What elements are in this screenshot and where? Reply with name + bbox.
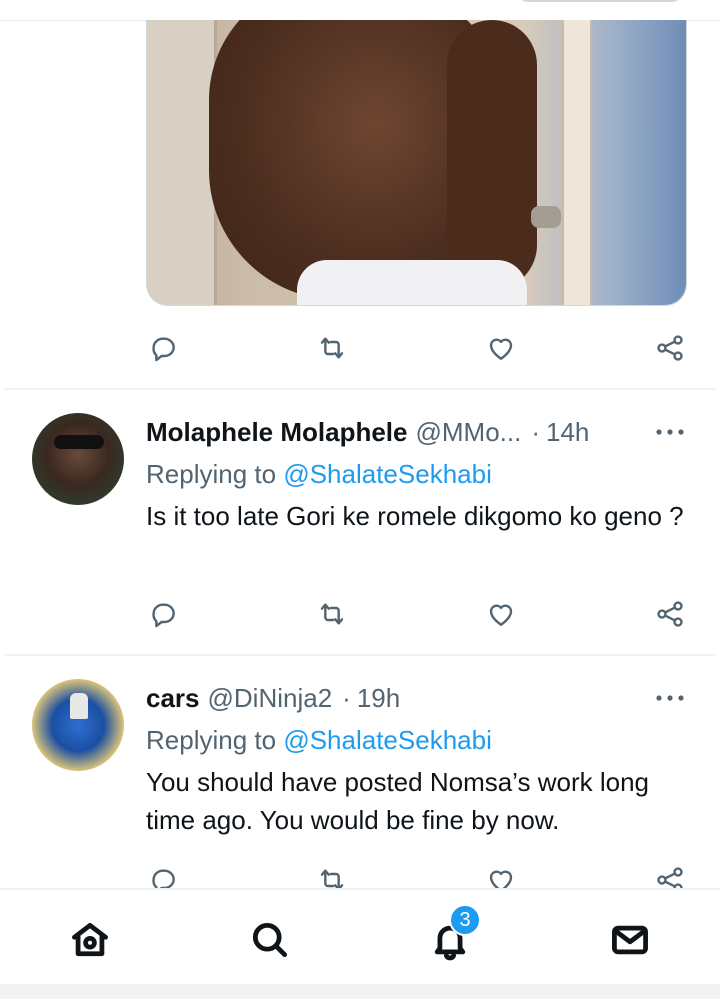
- timestamp[interactable]: 19h: [357, 683, 400, 713]
- tweet-header: Molaphele Molaphele @MMo... · 14h: [146, 417, 589, 447]
- like-icon[interactable]: [484, 597, 518, 631]
- media-door: [147, 20, 217, 305]
- timestamp[interactable]: 14h: [546, 417, 589, 447]
- user-handle[interactable]: @DiNinja2: [208, 683, 333, 713]
- avatar-trophy: [70, 693, 88, 719]
- tweet-text: You should have posted Nomsa’s work long…: [146, 767, 649, 835]
- avatar[interactable]: [32, 679, 124, 771]
- more-options-icon[interactable]: [652, 417, 688, 447]
- reply-icon[interactable]: [146, 597, 180, 631]
- search-icon[interactable]: [246, 916, 294, 964]
- replying-prefix: Replying to: [146, 725, 284, 755]
- share-icon[interactable]: [653, 331, 687, 365]
- follow-button-edge[interactable]: [520, 0, 680, 2]
- reply-icon[interactable]: [146, 331, 180, 365]
- mention-link[interactable]: @ShalateSekhabi: [283, 459, 492, 489]
- more-options-icon[interactable]: [652, 683, 688, 713]
- tweet-divider: [4, 654, 716, 656]
- system-bar-edge: [0, 984, 720, 999]
- display-name[interactable]: Molaphele Molaphele: [146, 417, 408, 447]
- user-handle[interactable]: @MMo...: [416, 417, 522, 447]
- bottom-navigation: [0, 888, 720, 988]
- media-shorts: [297, 260, 527, 305]
- media-door-knob: [531, 206, 561, 228]
- retweet-icon[interactable]: [315, 597, 349, 631]
- tweet-actions: [146, 597, 687, 631]
- display-name[interactable]: cars: [146, 683, 200, 713]
- separator-dot: ·: [342, 683, 351, 713]
- replying-to-line: Replying to @ShalateSekhabi: [146, 725, 492, 755]
- tweet-divider: [4, 388, 716, 390]
- replying-to-line: Replying to @ShalateSekhabi: [146, 459, 492, 489]
- tweet-text: Is it too late Gori ke romele dikgomo ko…: [146, 501, 684, 531]
- share-icon[interactable]: [653, 597, 687, 631]
- media-door-frame: [562, 20, 592, 305]
- tweet-media-image[interactable]: [146, 20, 687, 306]
- avatar[interactable]: [32, 413, 124, 505]
- messages-icon[interactable]: [606, 916, 654, 964]
- separator-dot: ·: [531, 417, 541, 447]
- home-icon[interactable]: [66, 916, 114, 964]
- media-person-arm: [447, 20, 537, 290]
- tweet-actions: [146, 331, 687, 365]
- like-icon[interactable]: [484, 331, 518, 365]
- retweet-icon[interactable]: [315, 331, 349, 365]
- replying-prefix: Replying to: [146, 459, 284, 489]
- tweet-header: cars @DiNinja2 · 19h: [146, 683, 400, 713]
- mention-link[interactable]: @ShalateSekhabi: [283, 725, 492, 755]
- notifications-badge: 3: [449, 904, 481, 936]
- avatar-sunglasses: [54, 435, 104, 449]
